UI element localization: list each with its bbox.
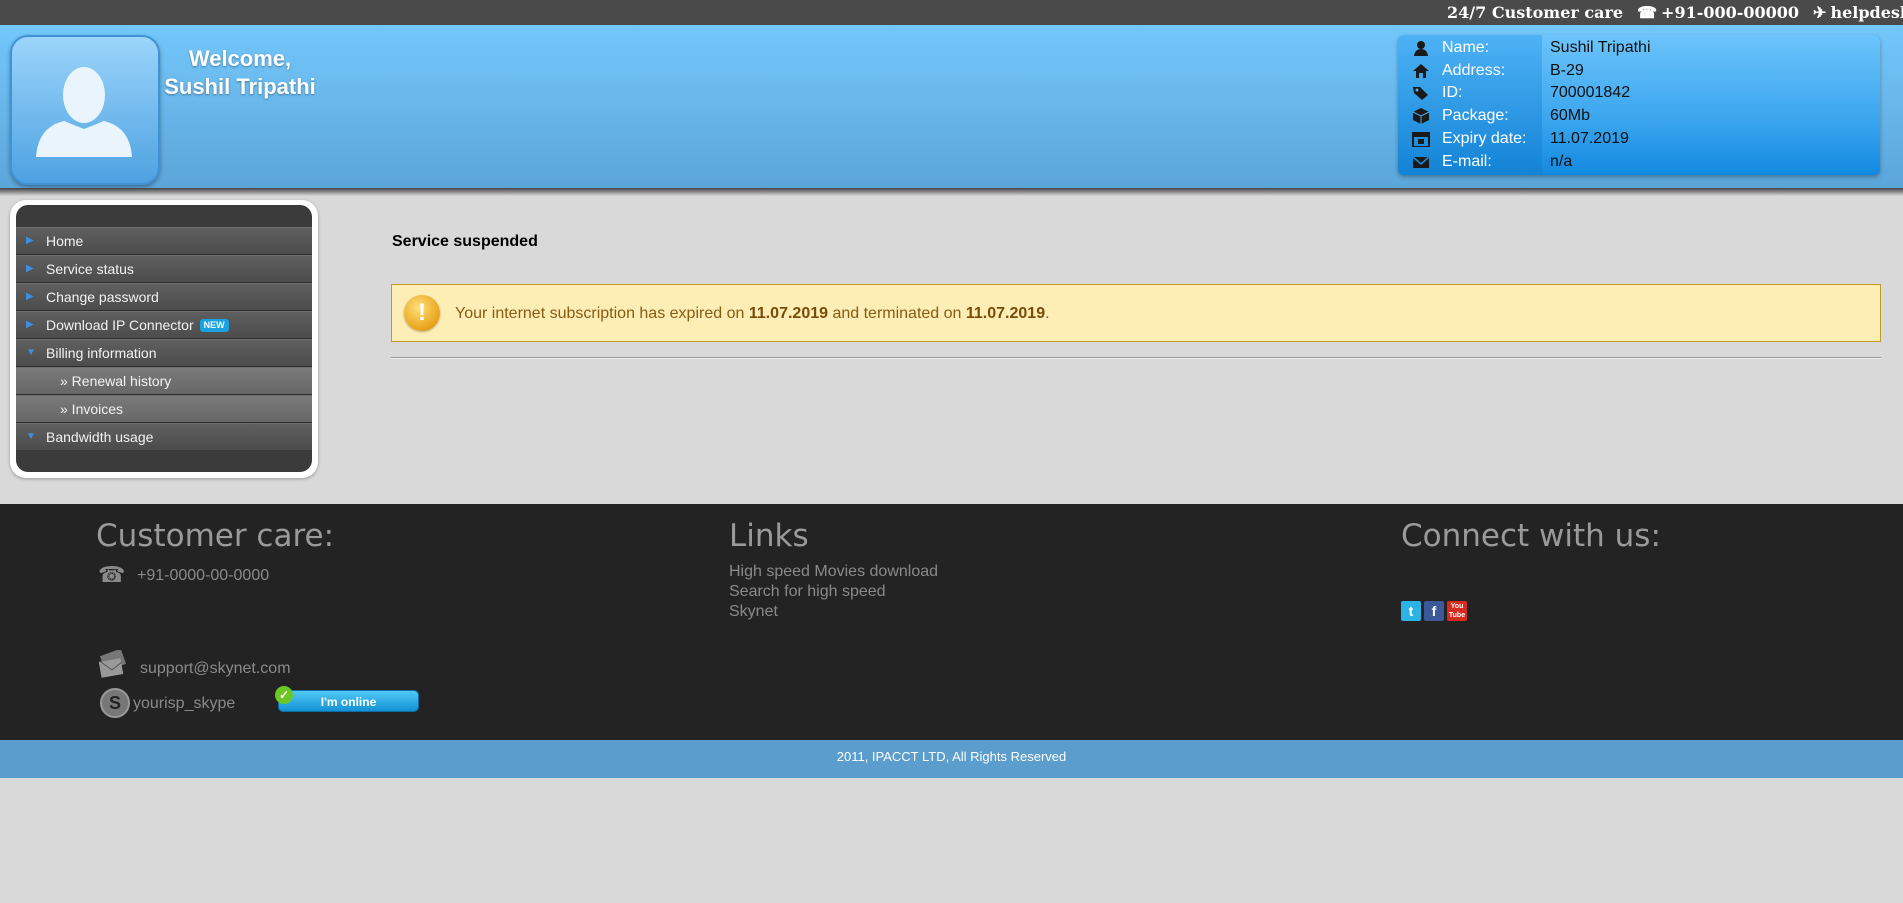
sidebar-item-service-status[interactable]: ▶ Service status [16, 255, 312, 283]
calendar-icon [1412, 132, 1430, 147]
email-value: n/a [1550, 153, 1573, 170]
footer: Customer care: ☎ +91-0000-00-0000 suppor… [0, 504, 1903, 740]
connect-heading: Connect with us: [1401, 518, 1661, 554]
sidebar-item-download-ip-connector[interactable]: ▶ Download IP Connector NEW [16, 311, 312, 339]
footer-skype[interactable]: yourisp_skype [133, 695, 235, 713]
sidebar-top-cap [16, 205, 312, 227]
topbar-phone: ☎ +91-000-00000 [1637, 0, 1799, 25]
info-row-package: Package: 60Mb [1398, 104, 1880, 127]
info-row-expiry: Expiry date: 11.07.2019 [1398, 127, 1880, 150]
sidebar-menu: ▶ Home ▶ Service status ▶ Change passwor… [16, 227, 312, 451]
info-row-address: Address: B-29 [1398, 59, 1880, 82]
notice-prefix: Your internet subscription has expired o… [455, 305, 749, 322]
helpdesk-label: helpdesk [1830, 3, 1903, 22]
online-label: I'm online [320, 695, 377, 709]
warning-icon: ! [404, 295, 440, 331]
welcome-label: Welcome, [188, 46, 292, 71]
notice-suffix: . [1045, 305, 1050, 322]
notice-middle: and terminated on [828, 305, 966, 322]
user-info-panel: Name: Sushil Tripathi Address: B-29 ID: … [1398, 35, 1880, 175]
skype-online-button[interactable]: ✓ I'm online [275, 686, 419, 712]
address-label: Address: [1442, 62, 1506, 79]
sidebar-item-label: » Renewal history [60, 373, 172, 389]
package-value: 60Mb [1550, 107, 1591, 124]
topbar-phone-number: +91-000-00000 [1661, 3, 1800, 22]
sidebar-item-label: » Invoices [60, 401, 124, 417]
divider [391, 357, 1881, 359]
sidebar-subitem-renewal-history[interactable]: » Renewal history [16, 367, 312, 395]
notice-message: Your internet subscription has expired o… [455, 285, 1050, 343]
package-box-icon [1412, 108, 1430, 124]
sidebar-item-label: Billing information [46, 345, 157, 361]
sidebar-item-bandwidth-usage[interactable]: ▼ Bandwidth usage [16, 423, 312, 451]
skype-icon: S [100, 688, 130, 718]
footer-email[interactable]: support@skynet.com [140, 660, 291, 678]
id-value: 700001842 [1550, 84, 1631, 101]
caret-right-icon: ▶ [26, 235, 34, 246]
tag-icon [1413, 87, 1428, 100]
check-icon: ✓ [275, 686, 293, 704]
id-label: ID: [1442, 84, 1463, 101]
name-label: Name: [1442, 39, 1490, 56]
info-row-email: E-mail: n/a [1398, 150, 1880, 173]
header: Welcome, Sushil Tripathi Name: Sushil Tr… [0, 25, 1903, 196]
footer-phone: +91-0000-00-0000 [137, 567, 270, 584]
customer-care-text: 24/7 Customer care [1447, 3, 1624, 22]
caret-right-icon: ▶ [26, 263, 34, 274]
expiry-notice: ! Your internet subscription has expired… [391, 284, 1881, 342]
sidebar-item-label-wrap: Download IP Connector NEW [46, 312, 229, 338]
copyright-bar: 2011, IPACCT LTD, All Rights Reserved [0, 740, 1903, 778]
links-heading: Links [729, 518, 809, 554]
sidebar-item-label: Bandwidth usage [46, 429, 154, 445]
new-badge: NEW [199, 319, 229, 332]
info-row-id: ID: 700001842 [1398, 81, 1880, 104]
sidebar-bottom-cap [16, 450, 312, 472]
home-icon [1413, 64, 1429, 78]
twitter-icon[interactable]: t [1401, 601, 1421, 621]
sidebar-item-billing-information[interactable]: ▼ Billing information [16, 339, 312, 367]
sidebar-item-label: Download IP Connector [46, 317, 194, 333]
envelope-icon [1412, 156, 1430, 168]
sidebar-item-label: Change password [46, 289, 159, 305]
page-title: Service suspended [392, 233, 538, 250]
welcome-user-name: Sushil Tripathi [164, 74, 316, 99]
info-row-name: Name: Sushil Tripathi [1398, 36, 1880, 59]
footer-link[interactable]: Search for high speed [729, 583, 886, 601]
person-icon [1414, 41, 1428, 56]
caret-right-icon: ▶ [26, 291, 34, 302]
youtube-icon[interactable]: You Tube [1447, 601, 1467, 621]
avatar [10, 35, 160, 185]
email-label: E-mail: [1442, 153, 1492, 170]
social-links: t f You Tube [1401, 601, 1467, 621]
caret-down-icon: ▼ [26, 347, 36, 358]
footer-link[interactable]: High speed Movies download [729, 563, 938, 581]
user-silhouette-icon [36, 67, 132, 157]
welcome-message: Welcome, Sushil Tripathi [160, 45, 320, 101]
package-label: Package: [1442, 107, 1509, 124]
sidebar-item-home[interactable]: ▶ Home [16, 227, 312, 255]
helpdesk-link[interactable]: ✈ helpdesk [1813, 0, 1903, 25]
top-bar: 24/7 Customer care ☎ +91-000-00000 ✈ hel… [0, 0, 1903, 25]
facebook-icon[interactable]: f [1424, 601, 1444, 621]
expired-date: 11.07.2019 [748, 305, 829, 322]
expiry-value: 11.07.2019 [1550, 130, 1629, 147]
sidebar-item-label: Service status [46, 261, 134, 277]
phone-icon: ☎ [1637, 3, 1658, 22]
terminated-date: 11.07.2019 [965, 305, 1046, 322]
email-stack-icon [98, 650, 127, 678]
customer-care-heading: Customer care: [96, 518, 335, 554]
name-value: Sushil Tripathi [1550, 39, 1651, 56]
footer-link[interactable]: Skynet [729, 603, 778, 621]
twitter-bird-icon: ✈ [1813, 3, 1827, 22]
expiry-label: Expiry date: [1442, 130, 1527, 147]
caret-down-icon: ▼ [26, 431, 36, 442]
address-value: B-29 [1550, 62, 1584, 79]
sidebar: ▶ Home ▶ Service status ▶ Change passwor… [10, 200, 318, 478]
phone-icon: ☎ [98, 562, 126, 587]
sidebar-item-label: Home [46, 233, 84, 249]
sidebar-item-change-password[interactable]: ▶ Change password [16, 283, 312, 311]
sidebar-subitem-invoices[interactable]: » Invoices [16, 395, 312, 423]
caret-right-icon: ▶ [26, 319, 34, 330]
